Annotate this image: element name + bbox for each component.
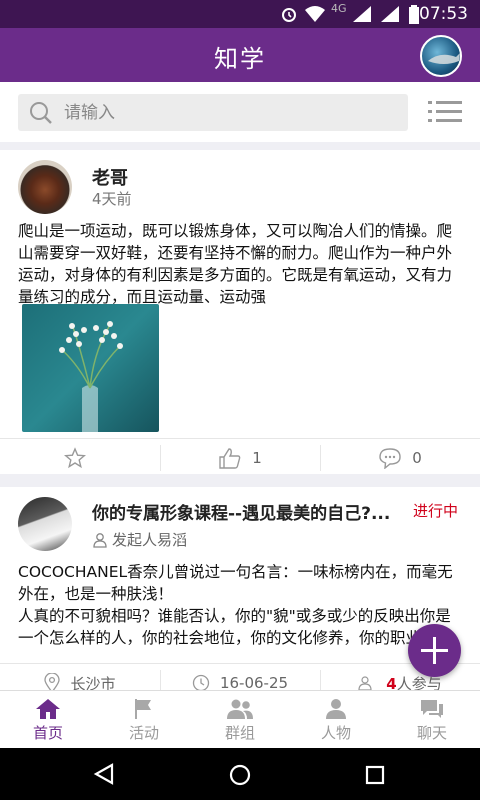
- signal-icon-2: [381, 6, 399, 22]
- person-icon: [326, 699, 346, 719]
- app-bar: 知学: [0, 28, 480, 82]
- favorite-button[interactable]: [0, 439, 160, 477]
- action-divider: [160, 445, 161, 471]
- nav-item-chat[interactable]: 聊天: [384, 691, 480, 749]
- event-host: 发起人易滔: [92, 529, 187, 550]
- search-box[interactable]: [18, 94, 408, 131]
- like-button[interactable]: 1: [160, 439, 320, 477]
- wifi-icon: [305, 6, 325, 22]
- nav-item-activity[interactable]: 活动: [96, 691, 192, 749]
- event-card[interactable]: 你的专属形象课程--遇见最美的自己?... 进行中 发起人易滔 COCOCHAN…: [0, 487, 480, 697]
- chat-icon: [421, 700, 443, 718]
- like-count: 1: [252, 449, 262, 467]
- action-divider: [320, 445, 321, 471]
- status-bar: 4G 07:53: [0, 0, 480, 28]
- post-image[interactable]: [22, 304, 159, 432]
- nav-item-home[interactable]: 首页: [0, 691, 96, 749]
- flower-vase-image: [59, 321, 123, 432]
- search-input[interactable]: [64, 94, 394, 131]
- post-text: 爬山是一项运动，既可以锻炼身体，又可以陶冶人们的情操。爬山需要穿一双好鞋，还要有…: [18, 222, 453, 306]
- event-host-label: 发起人易滔: [112, 531, 188, 549]
- author-avatar[interactable]: [18, 160, 72, 214]
- search-icon: [30, 102, 52, 124]
- app-title: 知学: [214, 45, 266, 73]
- nav-label-people: 人物: [320, 724, 351, 742]
- nav-item-groups[interactable]: 群组: [192, 691, 288, 749]
- event-title[interactable]: 你的专属形象课程--遇见最美的自己?...: [92, 499, 410, 524]
- nav-label-groups: 群组: [224, 724, 255, 742]
- comment-button[interactable]: 0: [320, 439, 480, 477]
- search-bar: [0, 82, 480, 142]
- event-status-badge: 进行中: [413, 502, 459, 520]
- flag-icon: [135, 699, 151, 719]
- system-nav-bar: [0, 748, 480, 800]
- star-icon: [64, 447, 86, 469]
- signal-icon: [353, 6, 371, 22]
- nav-label-chat: 聊天: [416, 724, 447, 742]
- network-type-label: 4G: [331, 2, 347, 15]
- nav-label-activity: 活动: [128, 724, 159, 742]
- nav-item-people[interactable]: 人物: [288, 691, 384, 749]
- event-text: COCOCHANEL香奈儿曾说过一句名言：一味标榜内在，而毫无外在，也是一种肤浅…: [18, 563, 453, 647]
- group-icon: [227, 699, 253, 719]
- user-avatar[interactable]: [420, 35, 462, 77]
- bottom-nav: 首页 活动 群组 人物 聊天: [0, 690, 480, 748]
- participants-icon: [358, 676, 372, 691]
- post-action-bar: 1 0: [0, 438, 480, 476]
- post-card[interactable]: 老哥 4天前 爬山是一项运动，既可以锻炼身体，又可以陶冶人们的情操。爬山需要穿一…: [0, 150, 480, 474]
- alarm-icon: [282, 8, 296, 22]
- home-icon: [36, 699, 60, 719]
- event-avatar[interactable]: [18, 497, 72, 551]
- comment-count: 0: [412, 449, 422, 467]
- nav-label-home: 首页: [32, 724, 63, 742]
- status-time: 07:53: [419, 4, 468, 24]
- comment-icon: [379, 448, 401, 469]
- post-time: 4天前: [92, 190, 132, 208]
- add-fab-button[interactable]: [408, 624, 461, 677]
- person-icon: [93, 532, 107, 548]
- recents-icon[interactable]: [364, 764, 386, 786]
- list-menu-icon[interactable]: [428, 100, 462, 124]
- back-icon[interactable]: [92, 763, 116, 785]
- thumbs-up-icon: [219, 448, 241, 469]
- home-circle-icon[interactable]: [228, 763, 252, 787]
- author-name[interactable]: 老哥: [92, 164, 128, 190]
